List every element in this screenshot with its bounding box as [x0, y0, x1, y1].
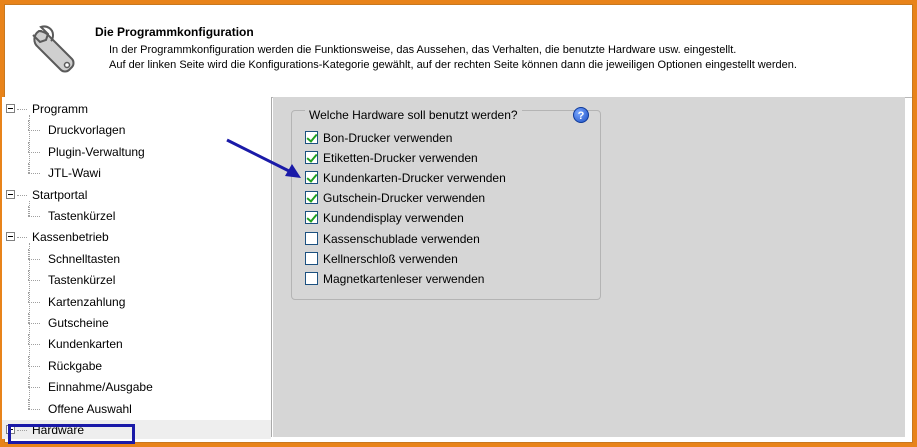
tree-item-label: JTL-Wawi [48, 166, 101, 181]
tree-collapse-icon[interactable] [6, 104, 15, 113]
tree-item[interactable]: Offene Auswahl [2, 398, 271, 419]
tree-item-label: Gutscheine [48, 316, 109, 330]
options-panel: Welche Hardware soll benutzt werden? ? B… [273, 97, 905, 437]
tree-item-label: Programm [32, 102, 89, 116]
checkbox-label: Gutschein-Drucker verwenden [323, 191, 486, 206]
tree-item[interactable]: Startportal [2, 185, 271, 205]
tree-item-label: Tastenkürzel [48, 209, 116, 223]
tree-item[interactable]: Tastenkürzel [2, 206, 271, 226]
wrench-icon [32, 25, 75, 73]
tree-item-label: Startportal [32, 187, 88, 202]
tree-item[interactable]: JTL-Wawi [2, 163, 271, 183]
checkbox[interactable] [305, 231, 318, 245]
tree-item[interactable]: Kassenbetrieb [2, 227, 271, 247]
tree-collapse-icon[interactable] [6, 232, 15, 242]
tree-item[interactable]: Programm [2, 99, 271, 119]
help-icon[interactable]: ? [573, 107, 589, 123]
hardware-annotation-box [8, 424, 135, 444]
checkbox[interactable] [305, 171, 318, 185]
tree-item-label: Plugin-Verwaltung [48, 144, 145, 159]
checkbox-label: Kellnerschloß verwenden [323, 251, 458, 266]
checkbox[interactable] [305, 131, 318, 144]
checkbox-label: Kundenkarten-Drucker verwenden [323, 171, 506, 186]
tree-item-label: Kundenkarten [48, 337, 123, 352]
page-description: In der Programmkonfiguration werden die … [109, 43, 909, 73]
header: Die Programmkonfiguration In der Program… [5, 5, 912, 97]
tree-item-label: Rückgabe [48, 358, 103, 373]
tree-item-label: Offene Auswahl [48, 401, 132, 416]
checkbox-label: Etiketten-Drucker verwenden [323, 151, 478, 166]
groupbox-title: Welche Hardware soll benutzt werden? [305, 108, 522, 122]
checkbox[interactable] [305, 211, 318, 225]
tree-item-label: Schnelltasten [48, 251, 121, 266]
tree-item-label: Druckvorlagen [48, 123, 126, 138]
tree-collapse-icon[interactable] [6, 189, 15, 199]
checkbox[interactable] [305, 151, 318, 165]
checkbox-label: Kassenschublade verwenden [323, 231, 480, 246]
checkbox[interactable] [305, 271, 318, 285]
tree-item-label: Tastenkürzel [48, 273, 116, 288]
checkbox[interactable] [305, 191, 318, 205]
checkbox-label: Magnetkartenleser verwenden [323, 271, 485, 286]
category-tree: Programm Druckvorlagen Plugin-Verwaltung JT… [2, 97, 272, 439]
page-title: Die Programmkonfiguration [95, 25, 254, 39]
description-line-1: In der Programmkonfiguration werden die … [109, 44, 737, 56]
description-line-2: Auf der linken Seite wird die Konfigurat… [109, 59, 797, 71]
tree-item[interactable]: Rückgabe [2, 355, 271, 376]
tree-item[interactable]: Druckvorlagen [2, 120, 271, 140]
tree-item[interactable]: Plugin-Verwaltung [2, 141, 271, 162]
tree-item[interactable]: Kartenzahlung [2, 291, 271, 312]
tree-item-label: Kassenbetrieb [32, 230, 109, 245]
tree-item[interactable]: Kundenkarten [2, 334, 271, 354]
tree-item-label: Kartenzahlung [48, 294, 126, 309]
tree-item[interactable]: Schnelltasten [2, 248, 271, 269]
checkbox[interactable] [305, 251, 318, 265]
tree-item[interactable]: Einnahme/Ausgabe [2, 377, 271, 397]
checkbox-label: Kundendisplay verwenden [323, 211, 464, 226]
checkbox-label: Bon-Drucker verwenden [323, 131, 453, 145]
tree-item-label: Einnahme/Ausgabe [48, 380, 153, 395]
tree-item[interactable]: Gutscheine [2, 313, 271, 333]
tree-item[interactable]: Tastenkürzel [2, 270, 271, 290]
